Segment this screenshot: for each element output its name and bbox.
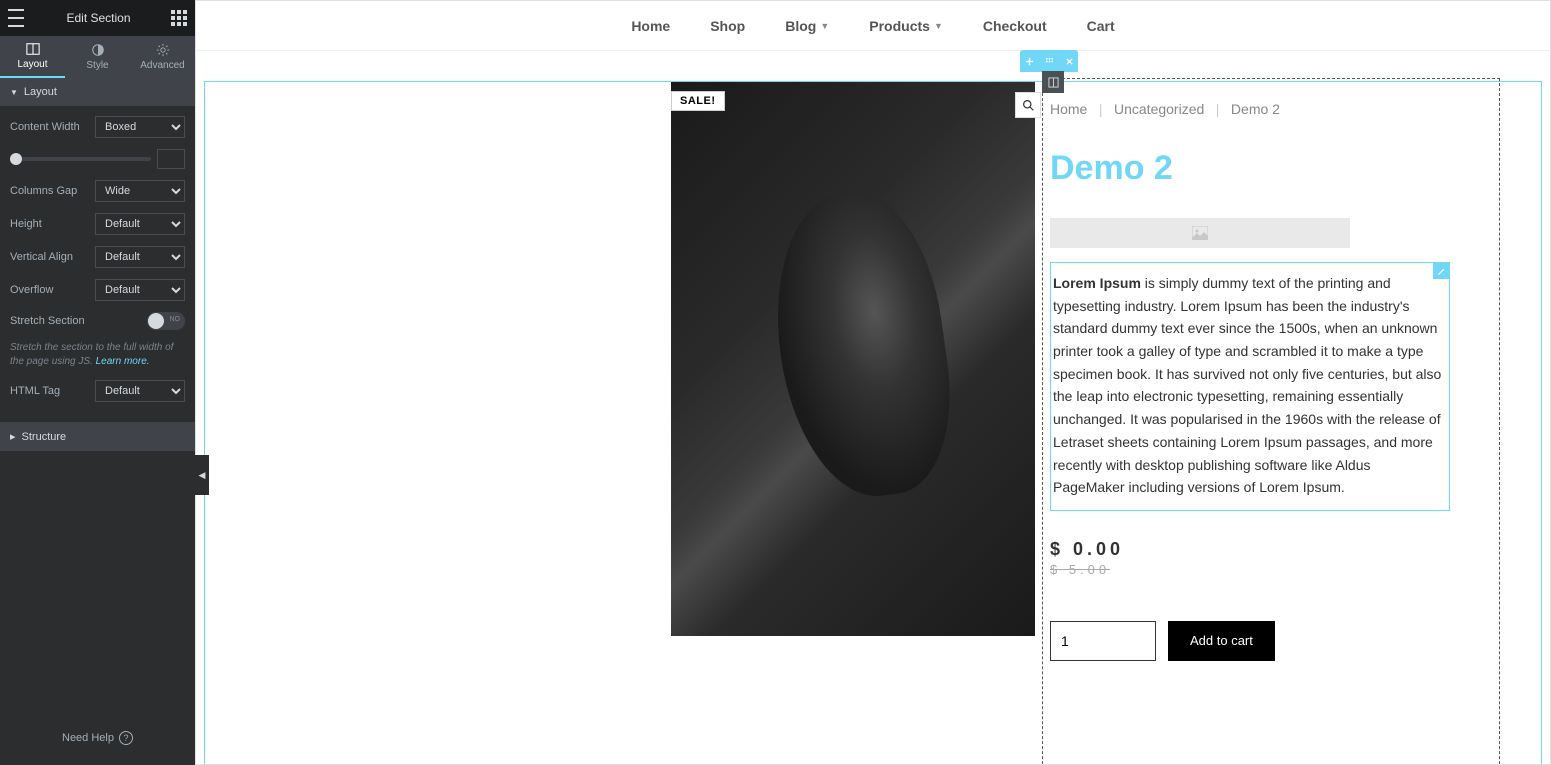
section-controls xyxy=(1020,50,1078,72)
short-description-placeholder[interactable] xyxy=(1050,218,1350,248)
need-help[interactable]: Need Help ? xyxy=(0,711,195,765)
layout-icon xyxy=(26,42,40,56)
sidebar-tabs: Layout Style Advanced xyxy=(0,36,195,78)
columns-gap-select[interactable]: Wide xyxy=(95,180,185,202)
help-icon: ? xyxy=(119,731,133,745)
product-price-old: $ 5.00 xyxy=(1050,562,1450,577)
tab-style-label: Style xyxy=(86,60,108,71)
product-info-column: Home | Uncategorized | Demo 2 Demo 2 Lor… xyxy=(1050,81,1450,734)
description-strong: Lorem Ipsum xyxy=(1053,275,1141,291)
width-number-input[interactable] xyxy=(157,149,185,169)
field-stretch: Stretch Section NO xyxy=(10,312,185,330)
field-overflow: Overflow Default xyxy=(10,279,185,301)
caret-right-icon: ▸ xyxy=(10,430,16,443)
gear-icon xyxy=(156,43,170,57)
tab-layout-label: Layout xyxy=(17,59,47,70)
tab-advanced[interactable]: Advanced xyxy=(130,36,195,78)
editor-sidebar: Edit Section Layout Style Advanced ▼Layo… xyxy=(0,0,195,765)
field-html-tag: HTML Tag Default xyxy=(10,380,185,402)
chevron-down-icon: ▼ xyxy=(820,21,829,31)
stretch-hint: Stretch the section to the full width of… xyxy=(10,341,185,369)
product-image[interactable] xyxy=(671,81,1035,636)
product-description-widget[interactable]: Lorem Ipsum is simply dummy text of the … xyxy=(1050,262,1450,511)
editor-canvas: Home Shop Blog▼ Products▼ Checkout Cart … xyxy=(195,0,1551,765)
nav-home[interactable]: Home xyxy=(631,18,670,34)
nav-products[interactable]: Products▼ xyxy=(869,18,943,34)
description-text: is simply dummy text of the printing and… xyxy=(1053,275,1441,495)
nav-blog[interactable]: Blog▼ xyxy=(785,18,829,34)
style-icon xyxy=(91,43,105,57)
edit-widget-button[interactable] xyxy=(1433,263,1449,279)
html-tag-select[interactable]: Default xyxy=(95,380,185,402)
width-slider[interactable] xyxy=(10,157,151,161)
product-price: $ 0.00 xyxy=(1050,539,1450,560)
content-width-select[interactable]: Boxed xyxy=(95,116,185,138)
search-icon xyxy=(1022,99,1035,112)
site-nav: Home Shop Blog▼ Products▼ Checkout Cart xyxy=(196,1,1550,51)
tab-style[interactable]: Style xyxy=(65,36,130,78)
zoom-button[interactable] xyxy=(1015,92,1041,118)
field-content-width: Content Width Boxed xyxy=(10,116,185,138)
vertical-align-select[interactable]: Default xyxy=(95,246,185,268)
sidebar-body: Content Width Boxed Columns Gap Wide Hei… xyxy=(0,106,195,412)
sale-badge: SALE! xyxy=(671,91,725,111)
drag-section-handle[interactable] xyxy=(1038,50,1060,72)
field-width-slider xyxy=(10,149,185,169)
add-to-cart-row: Add to cart xyxy=(1050,621,1450,661)
sidebar-collapse-handle[interactable]: ◀ xyxy=(195,455,209,495)
section-header-structure[interactable]: ▸Structure xyxy=(0,422,195,451)
product-title: Demo 2 xyxy=(1050,149,1450,188)
sidebar-header: Edit Section xyxy=(0,0,195,36)
field-columns-gap: Columns Gap Wide xyxy=(10,180,185,202)
height-select[interactable]: Default xyxy=(95,213,185,235)
chevron-down-icon: ▼ xyxy=(934,21,943,31)
toggle-thumb xyxy=(148,313,164,329)
stretch-toggle[interactable]: NO xyxy=(147,312,185,330)
section-header-layout[interactable]: ▼Layout xyxy=(0,78,195,106)
quantity-input[interactable] xyxy=(1050,621,1156,661)
nav-cart[interactable]: Cart xyxy=(1087,18,1115,34)
overflow-select[interactable]: Default xyxy=(95,279,185,301)
slider-thumb[interactable] xyxy=(10,153,22,165)
nav-shop[interactable]: Shop xyxy=(710,18,745,34)
price-block: $ 0.00 $ 5.00 xyxy=(1050,539,1450,577)
column-handle[interactable] xyxy=(1042,71,1064,93)
add-to-cart-button[interactable]: Add to cart xyxy=(1168,621,1275,661)
breadcrumb-category[interactable]: Uncategorized xyxy=(1114,101,1204,117)
learn-more-link[interactable]: Learn more. xyxy=(96,356,150,367)
tab-advanced-label: Advanced xyxy=(140,60,184,71)
breadcrumb-current: Demo 2 xyxy=(1231,101,1280,117)
field-vertical-align: Vertical Align Default xyxy=(10,246,185,268)
menu-icon[interactable] xyxy=(8,9,26,27)
nav-checkout[interactable]: Checkout xyxy=(983,18,1047,34)
tab-layout[interactable]: Layout xyxy=(0,36,65,78)
add-section-button[interactable] xyxy=(1020,50,1038,72)
product-image-wrap: SALE! xyxy=(671,81,1035,636)
field-height: Height Default xyxy=(10,213,185,235)
image-placeholder-icon xyxy=(1192,226,1208,240)
breadcrumb-home[interactable]: Home xyxy=(1050,101,1087,117)
breadcrumb: Home | Uncategorized | Demo 2 xyxy=(1050,101,1450,119)
caret-down-icon: ▼ xyxy=(10,88,18,97)
sidebar-title: Edit Section xyxy=(66,11,130,25)
delete-section-button[interactable] xyxy=(1060,50,1078,72)
page-content: SALE! Home | Uncategorized | Demo 2 Demo xyxy=(196,51,1550,764)
widgets-grid-icon[interactable] xyxy=(171,10,187,26)
